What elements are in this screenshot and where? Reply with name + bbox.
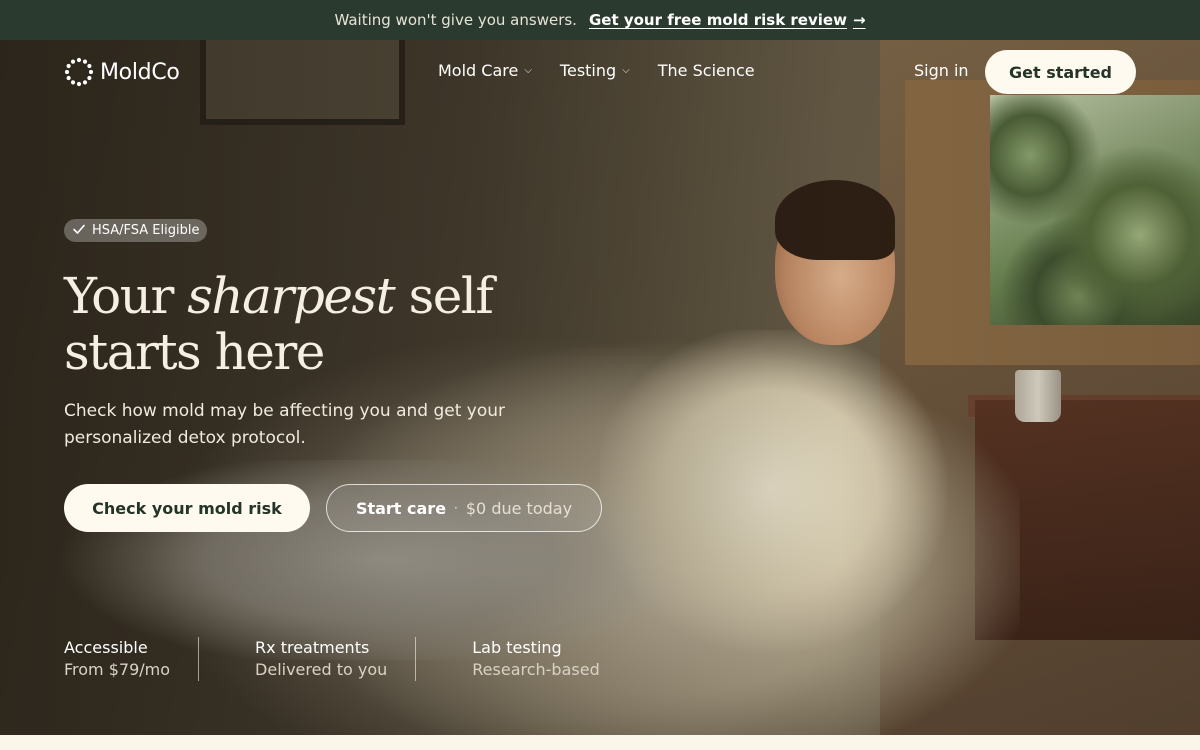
nav-the-science-label: The Science (657, 61, 755, 80)
headline-italic: sharpest (187, 267, 395, 325)
moldco-logo[interactable]: MoldCo (64, 57, 180, 87)
next-section-edge (0, 735, 1200, 750)
start-care-button[interactable]: Start care · $0 due today (326, 484, 602, 532)
feature-detail: From $79/mo (64, 660, 171, 679)
check-mold-risk-button[interactable]: Check your mold risk (64, 484, 310, 532)
hero-image (0, 40, 1200, 735)
announcement-bar: Waiting won't give you answers. Get your… (0, 0, 1200, 40)
arrow-right-icon: → (852, 11, 866, 29)
nav-testing-label: Testing (559, 61, 617, 80)
start-care-price: $0 due today (465, 498, 573, 518)
feature-list: Accessible From $79/mo Rx treatments Del… (64, 637, 628, 681)
feature-title: Lab testing (472, 638, 562, 657)
main-nav: MoldCo Mold Care ⌵ Testing ⌵ The Science… (0, 40, 1200, 104)
headline-part2: self (394, 267, 494, 325)
check-icon (72, 222, 86, 240)
cta-separator: · (454, 501, 458, 515)
sign-in-link[interactable]: Sign in (914, 61, 969, 80)
feature-detail: Delivered to you (255, 660, 388, 679)
feature-title: Rx treatments (255, 638, 370, 657)
start-care-label: Start care (355, 498, 447, 518)
nav-links: Mold Care ⌵ Testing ⌵ The Science (438, 61, 755, 80)
chevron-down-icon: ⌵ (524, 65, 532, 76)
hero-overlay (0, 40, 1200, 735)
feature-title: Accessible (64, 638, 148, 657)
hero-subhead: Check how mold may be affecting you and … (64, 401, 506, 448)
nav-testing[interactable]: Testing ⌵ (560, 61, 630, 80)
headline-part1: Your (64, 267, 188, 325)
headline-line2: starts here (64, 323, 325, 381)
announcement-text: Waiting won't give you answers. (334, 11, 577, 29)
logo-text: MoldCo (100, 59, 180, 85)
dotted-circle-icon (64, 57, 94, 87)
hsa-fsa-badge: HSA/FSA Eligible (64, 219, 208, 242)
feature-rx-treatments: Rx treatments Delivered to you (198, 637, 415, 681)
hero-headline: Your sharpest self starts here (64, 268, 584, 380)
feature-lab-testing: Lab testing Research-based (415, 637, 627, 681)
get-started-button[interactable]: Get started (985, 50, 1136, 94)
badge-label: HSA/FSA Eligible (92, 223, 200, 238)
announcement-link-label: Get your free mold risk review (588, 11, 847, 29)
nav-mold-care[interactable]: Mold Care ⌵ (438, 61, 532, 80)
feature-detail: Research-based (472, 660, 600, 679)
mold-risk-review-link[interactable]: Get your free mold risk review → (589, 11, 866, 29)
nav-mold-care-label: Mold Care (438, 61, 519, 80)
feature-accessible: Accessible From $79/mo (64, 637, 198, 681)
nav-the-science[interactable]: The Science (658, 61, 755, 80)
chevron-down-icon: ⌵ (622, 65, 630, 76)
